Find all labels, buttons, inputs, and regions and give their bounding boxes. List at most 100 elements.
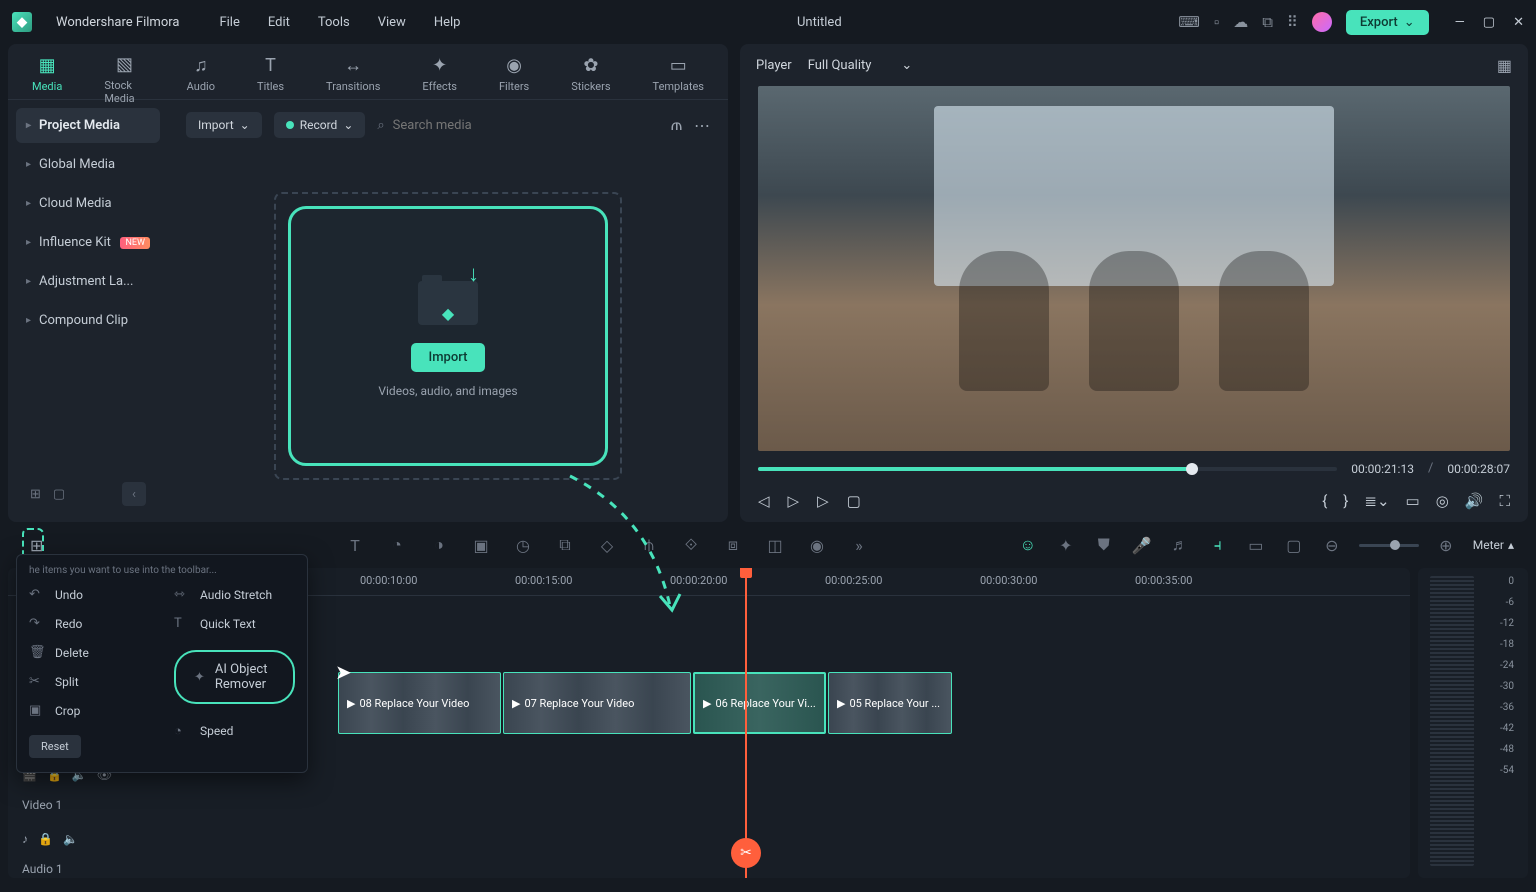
collapse-sidebar-button[interactable]: ‹ [122,482,146,506]
camera-icon[interactable]: ◎ [1436,492,1449,510]
popup-split[interactable]: ✂Split [29,671,150,692]
lock-icon[interactable]: 🔒 [38,832,53,846]
cloud-icon[interactable]: ☁ [1233,13,1248,31]
sidebar-influence-kit[interactable]: ▸Influence KitNEW [16,225,160,260]
menu-tools[interactable]: Tools [318,15,350,30]
render-tool-icon[interactable]: ▭ [1245,536,1267,555]
fit-tool-icon[interactable]: ▢ [1283,536,1305,555]
crop-tool-icon[interactable]: ▣ [470,536,492,555]
playhead[interactable]: ✂ [745,568,747,878]
display-icon[interactable]: ▭ [1406,492,1420,510]
tab-stickers[interactable]: ✿Stickers [565,52,616,99]
meter-toggle[interactable]: Meter▴ [1473,538,1514,552]
ai-tool-icon[interactable]: ◉ [806,536,828,555]
zoom-out-icon[interactable]: ⊖ [1321,536,1343,555]
popup-undo[interactable]: ↶Undo [29,584,150,605]
popup-speed[interactable]: ◔Speed [174,720,295,742]
more-tools-icon[interactable]: » [848,536,870,555]
clip-06-selected[interactable]: ▶06 Replace Your Vi... [693,672,826,734]
prev-frame-button[interactable]: ◁ [758,492,770,510]
sidebar-adjustment-layer[interactable]: ▸Adjustment La... [16,264,160,299]
mic-tool-icon[interactable]: 🎤 [1131,536,1153,555]
tab-audio[interactable]: ♫Audio [181,52,221,99]
menu-file[interactable]: File [219,15,239,30]
import-button[interactable]: Import [411,343,486,372]
minimize-button[interactable]: — [1455,15,1465,30]
app-name: Wondershare Filmora [56,15,179,30]
popup-crop[interactable]: ▣Crop [29,700,150,721]
duration-tool-icon[interactable]: ◷ [512,536,534,555]
group-tool-icon[interactable]: ⧈ [722,535,744,555]
popup-ai-object-remover[interactable]: ✦AI Object Remover [174,650,295,704]
import-dropzone[interactable]: ↓ ◆ Import Videos, audio, and images [288,206,608,466]
menu-help[interactable]: Help [434,15,461,30]
zoom-slider[interactable] [1359,544,1419,547]
clip-07[interactable]: ▶07 Replace Your Video [503,672,691,734]
playback-slider[interactable] [758,467,1337,471]
save-icon[interactable]: ▫ [1214,13,1219,31]
tab-stock-media[interactable]: ▧Stock Media [98,52,150,99]
zoom-in-icon[interactable]: ⊕ [1435,536,1457,555]
shield-tool-icon[interactable]: ⛊ [1093,535,1115,555]
user-avatar[interactable] [1312,12,1332,32]
chevron-right-icon: ▸ [26,315,31,326]
play-button[interactable]: ▷ [817,492,829,510]
clip-08[interactable]: ▶08 Replace Your Video [338,672,501,734]
tab-templates[interactable]: ▭Templates [647,52,710,99]
stop-button[interactable]: ▢ [847,492,861,510]
adjust-tool-icon[interactable]: ⫛ [638,535,660,555]
mixer-tool-icon[interactable]: ⫞ [1207,535,1229,555]
export-button[interactable]: Export⌄ [1346,10,1429,35]
clip-05[interactable]: ▶05 Replace Your ... [828,672,952,734]
subtitle-tool-icon[interactable]: ◫ [764,536,786,555]
mute-icon[interactable]: 🔈 [63,832,78,846]
snapshot-icon[interactable]: ▦ [1497,56,1512,75]
smiley-tool-icon[interactable]: ☺ [1017,535,1039,555]
sidebar-global-media[interactable]: ▸Global Media [16,147,160,182]
tab-filters[interactable]: ◉Filters [493,52,535,99]
detach-tool-icon[interactable]: ⧉ [554,535,576,555]
keyframe-tool-icon[interactable]: ◇ [596,536,618,555]
volume-icon[interactable]: 🔊 [1465,492,1484,510]
popup-reset-button[interactable]: Reset [29,735,81,758]
speed-tool-icon[interactable]: ◔ [386,535,408,555]
audio-track-icon[interactable]: ♪ [22,832,28,846]
enhance-tool-icon[interactable]: ✦ [1055,536,1077,555]
popup-redo[interactable]: ↷Redo [29,613,150,634]
tab-titles[interactable]: TTitles [251,52,290,99]
text-tool-icon[interactable]: T [344,536,366,555]
playback-options-icon[interactable]: ≣⌄ [1364,492,1389,510]
menu-view[interactable]: View [378,15,406,30]
tab-transitions[interactable]: ↔Transitions [320,52,386,99]
new-folder-icon[interactable]: ⊞ [30,487,41,502]
sidebar-project-media[interactable]: ▸Project Media [16,108,160,143]
quality-selector[interactable]: Full Quality⌄ [808,58,913,73]
maximize-button[interactable]: ▢ [1483,15,1495,30]
close-button[interactable]: ✕ [1513,15,1524,30]
sidebar-cloud-media[interactable]: ▸Cloud Media [16,186,160,221]
tab-media[interactable]: ▦Media [26,52,68,99]
popup-audio-stretch[interactable]: ⇿Audio Stretch [174,584,295,605]
record-dropdown[interactable]: Record⌄ [274,112,366,138]
marker-tool-icon[interactable]: ⟐ [680,535,702,555]
mark-out-icon[interactable]: } [1343,492,1348,510]
sidebar-compound-clip[interactable]: ▸Compound Clip [16,303,160,338]
fullscreen-icon[interactable]: ⛶ [1499,492,1510,510]
scissors-icon[interactable]: ✂ [731,838,761,868]
more-icon[interactable]: ⋯ [694,116,710,135]
music-tool-icon[interactable]: ♬ [1169,535,1191,555]
filter-icon[interactable]: ⫙ [671,115,682,135]
popup-delete[interactable]: 🗑Delete [29,642,150,663]
apps-icon[interactable]: ⠿ [1287,13,1298,31]
import-dropdown[interactable]: Import⌄ [186,112,262,138]
popup-quick-text[interactable]: TQuick Text [174,613,295,634]
search-media-input[interactable] [393,118,559,133]
menu-edit[interactable]: Edit [268,15,290,30]
help-icon[interactable]: ⧉ [1262,13,1273,31]
tab-effects[interactable]: ✦Effects [416,52,463,99]
mark-in-icon[interactable]: { [1322,492,1327,510]
next-frame-button[interactable]: ▷ [788,492,800,510]
device-icon[interactable]: ⌨ [1178,13,1200,31]
folder-icon[interactable]: ▢ [53,487,65,502]
color-tool-icon[interactable]: ◑ [428,535,450,555]
